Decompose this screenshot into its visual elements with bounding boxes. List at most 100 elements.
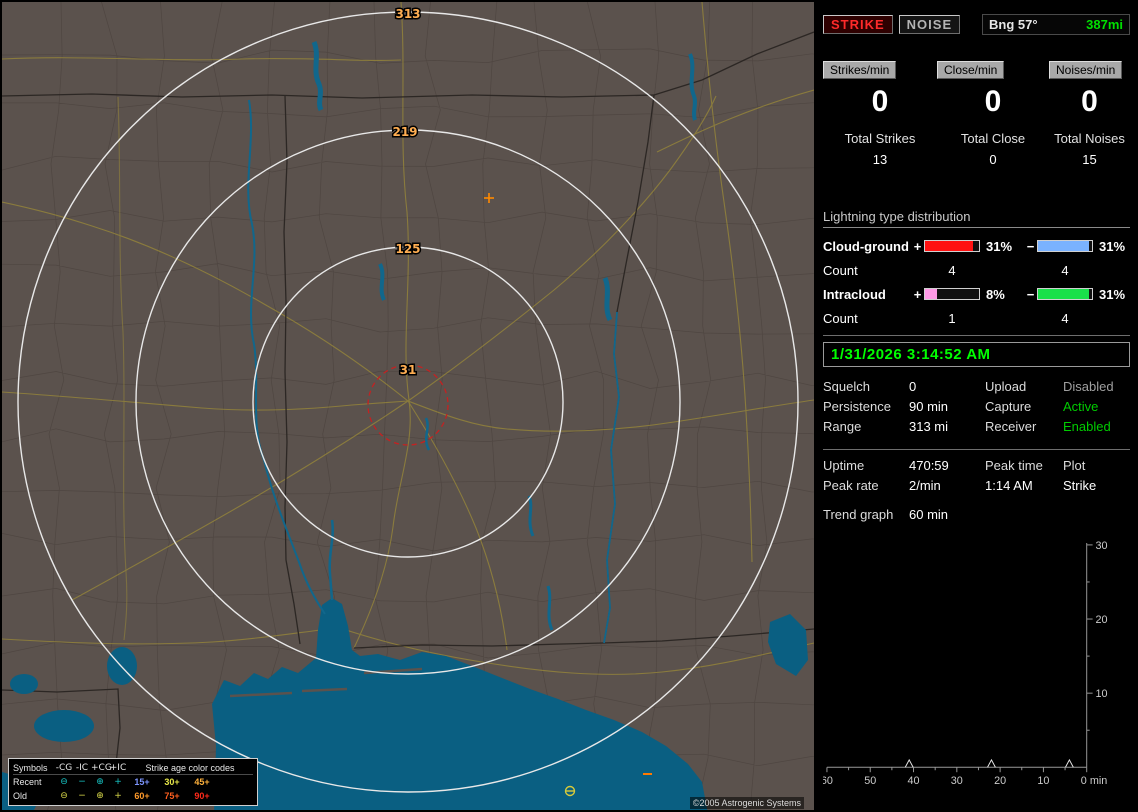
neg-ic-icon: −: [78, 777, 86, 787]
ring-label-313: 313: [395, 7, 420, 21]
capture-status: Active: [1063, 399, 1099, 414]
lightning-map[interactable]: 313 219 125 31 Symbols -CG -IC +CG +IC S…: [2, 2, 814, 810]
capture-label: Capture: [985, 399, 1032, 414]
svg-text:30: 30: [951, 775, 963, 787]
ic-positive-pct: 8%: [986, 286, 1005, 302]
age-badge: 30+: [164, 777, 180, 787]
persistence-value: 90 min: [909, 399, 949, 414]
cloud-ground-count-row: Count 4 4: [823, 258, 1130, 282]
distribution-title: Lightning type distribution: [823, 209, 1130, 228]
neg-ic-icon: −: [78, 791, 86, 801]
divider: [823, 449, 1130, 450]
cg-negative-count: 4: [1061, 262, 1069, 278]
peak-rate-value: 2/min: [909, 478, 941, 493]
noises-per-min-chip: Noises/min: [1049, 61, 1123, 79]
nexstorm-window: 313 219 125 31 Symbols -CG -IC +CG +IC S…: [0, 0, 1138, 812]
age-badge: 15+: [134, 777, 150, 787]
cg-negative-pct: 31%: [1099, 238, 1126, 254]
legend-col-neg-ic: -IC: [75, 762, 89, 773]
svg-text:0 min: 0 min: [1081, 775, 1107, 787]
bearing-value: Bng 57°: [989, 17, 1038, 32]
ic-negative-pct: 31%: [1099, 286, 1126, 302]
total-noises-value: 15: [1082, 152, 1097, 167]
close-per-min-chip: Close/min: [937, 61, 1005, 79]
pos-ic-icon: +: [114, 777, 122, 787]
plot-value: Strike: [1063, 478, 1097, 493]
svg-text:40: 40: [908, 775, 920, 787]
sidebar: STRIKE NOISE Bng 57° 387mi Strikes/min 0…: [818, 0, 1134, 812]
mode-toolbar: STRIKE NOISE Bng 57° 387mi: [823, 14, 1130, 35]
close-per-min-value: 0: [984, 85, 1002, 118]
lightning-distribution-section: Lightning type distribution Cloud-ground…: [823, 209, 1130, 330]
minus-sign: −: [1026, 286, 1035, 302]
receiver-label: Receiver: [985, 419, 1037, 434]
cg-positive-pct: 31%: [986, 238, 1013, 254]
ic-positive-bar: [924, 288, 980, 300]
intracloud-row: Intracloud + 8% − 31%: [823, 282, 1130, 306]
trend-graph-row: Trend graph 60 min: [823, 505, 1130, 525]
peak-time-value: 1:14 AM: [985, 478, 1033, 493]
age-badge: 60+: [134, 791, 150, 801]
trend-chart-svg: 10 20 30 60 50 40 30 20 10 0 min: [821, 540, 1108, 787]
cg-positive-bar-fill: [925, 241, 973, 251]
total-strikes-value: 13: [872, 152, 888, 167]
peak-time-label: Peak time: [985, 458, 1043, 473]
total-close-value: 0: [989, 152, 997, 167]
count-label: Count: [823, 310, 858, 326]
total-strikes-label: Total Strikes: [844, 131, 916, 146]
svg-text:30: 30: [1096, 540, 1108, 552]
count-label: Count: [823, 262, 858, 278]
svg-text:10: 10: [1037, 775, 1049, 787]
legend-old-label: Old: [13, 791, 28, 801]
age-badge: 75+: [164, 791, 180, 801]
svg-text:50: 50: [864, 775, 876, 787]
legend-age-header: Strike age color codes: [145, 762, 235, 773]
map-legend: Symbols -CG -IC +CG +IC Strike age color…: [8, 758, 258, 806]
svg-text:60: 60: [823, 775, 833, 787]
current-datetime: 1/31/2026 3:14:52 AM: [823, 342, 1130, 367]
ic-positive-count: 1: [948, 310, 956, 326]
svg-text:10: 10: [1096, 688, 1108, 700]
minus-sign: −: [1026, 238, 1035, 254]
neg-cg-icon: ⊖: [60, 777, 68, 787]
ring-label-31: 31: [400, 363, 417, 377]
legend-recent-label: Recent: [13, 777, 42, 787]
cloud-ground-label: Cloud-ground: [823, 238, 909, 254]
rates-section: Strikes/min 0 Total Strikes 13 Close/min…: [823, 61, 1130, 167]
range-value: 313 mi: [909, 419, 949, 434]
noises-per-min-value: 0: [1081, 85, 1098, 118]
cloud-ground-row: Cloud-ground + 31% − 31%: [823, 234, 1130, 258]
age-badge: 45+: [194, 777, 210, 787]
legend-symbols-label: Symbols: [13, 762, 48, 773]
noises-rate-column: Noises/min 0 Total Noises 15: [1049, 61, 1130, 167]
uptime-label: Uptime: [823, 458, 865, 473]
cg-positive-count: 4: [948, 262, 956, 278]
close-rate-column: Close/min 0 Total Close 0: [937, 61, 1049, 167]
peak-rate-label: Peak rate: [823, 478, 879, 493]
trend-graph-label: Trend graph: [823, 507, 894, 522]
ring-label-219: 219: [392, 125, 417, 139]
neg-cg-icon: ⊖: [60, 791, 68, 801]
strike-mode-button[interactable]: STRIKE: [823, 15, 893, 34]
plus-sign: +: [913, 238, 922, 254]
legend-recent-row: Recent ⊖ − ⊕ + 15+ 30+ 45+: [13, 775, 253, 789]
plus-sign: +: [913, 286, 922, 302]
strikes-per-min-value: 0: [871, 85, 889, 118]
cg-positive-bar: [924, 240, 980, 252]
plot-label: Plot: [1063, 458, 1086, 473]
upload-label: Upload: [985, 379, 1027, 394]
ic-negative-count: 4: [1061, 310, 1069, 326]
legend-col-pos-ic: +IC: [109, 762, 127, 773]
legend-col-pos-cg: +CG: [91, 762, 112, 773]
noise-mode-button[interactable]: NOISE: [898, 15, 961, 34]
intracloud-count-row: Count 1 4: [823, 306, 1130, 330]
upload-status: Disabled: [1063, 379, 1114, 394]
squelch-value: 0: [909, 379, 917, 394]
svg-text:20: 20: [994, 775, 1006, 787]
cg-negative-bar: [1037, 240, 1093, 252]
trend-window-value: 60 min: [909, 507, 949, 522]
intracloud-label: Intracloud: [823, 286, 886, 302]
strikes-per-min-chip: Strikes/min: [823, 61, 897, 79]
ring-label-125: 125: [395, 242, 420, 256]
persistence-label: Persistence: [823, 399, 891, 414]
